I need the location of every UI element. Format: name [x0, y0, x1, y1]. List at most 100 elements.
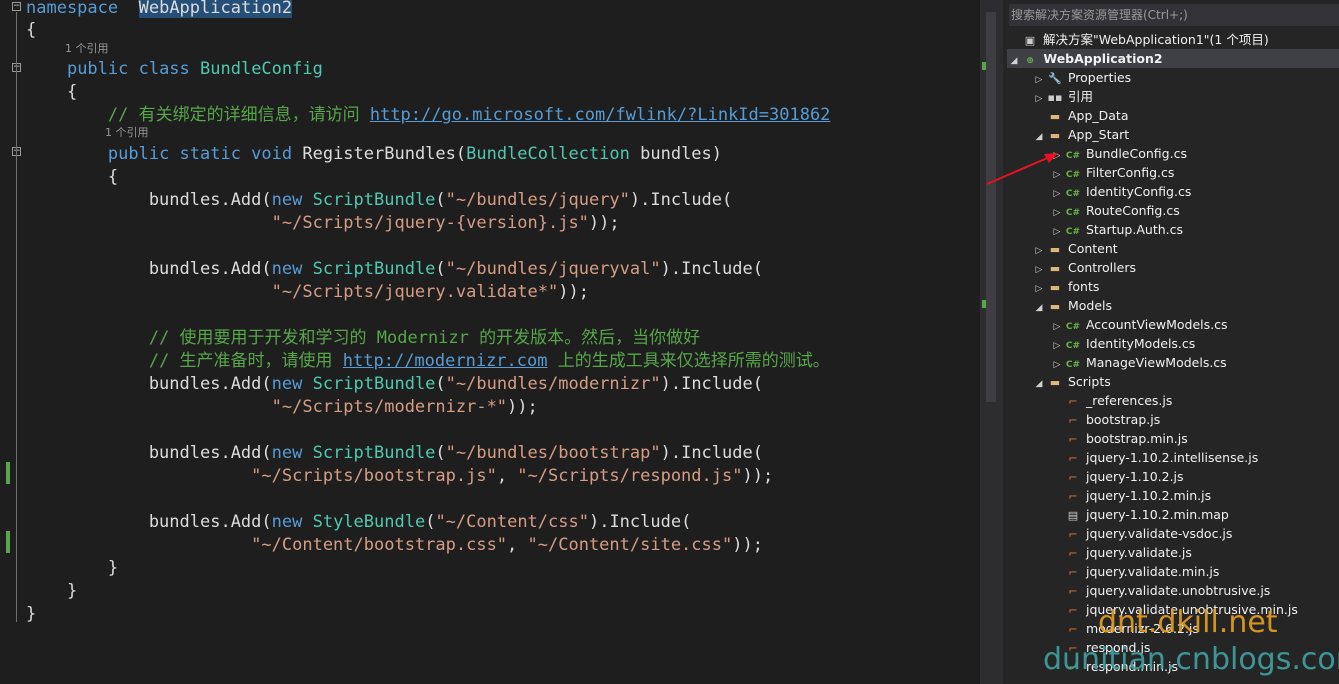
tree-item[interactable]: ▷ C# RouteConfig.cs	[1050, 201, 1339, 220]
code-line[interactable]: }	[26, 580, 77, 603]
tree-item[interactable]: ▷ C# AccountViewModels.cs	[1050, 315, 1339, 334]
tree-item-label: RouteConfig.cs	[1082, 203, 1180, 218]
codelens-references-class[interactable]: 1 个引用	[65, 41, 109, 57]
code-link[interactable]: http://modernizr.com	[343, 351, 548, 371]
code-line[interactable]: {	[26, 81, 77, 104]
tree-item[interactable]: ▷ ▪▪ 引用	[1032, 87, 1339, 106]
tree-item[interactable]: ⌐ jquery.validate.js	[1050, 543, 1339, 562]
tree-item-label: jquery-1.10.2.intellisense.js	[1082, 450, 1259, 465]
tree-item[interactable]: ⌐ bootstrap.js	[1050, 410, 1339, 429]
expand-arrow-icon[interactable]: ◢	[1007, 52, 1021, 71]
code-line[interactable]: bundles.Add(new ScriptBundle("~/bundles/…	[26, 189, 732, 212]
tree-item-label: Content	[1064, 241, 1118, 256]
code-line[interactable]: public class BundleConfig	[26, 58, 323, 81]
code-line[interactable]: bundles.Add(new ScriptBundle("~/bundles/…	[26, 442, 763, 465]
code-line[interactable]: bundles.Add(new ScriptBundle("~/bundles/…	[26, 258, 763, 281]
tree-item[interactable]: ⌐ bootstrap.min.js	[1050, 429, 1339, 448]
code-token: new	[271, 443, 313, 463]
code-token: "~/Scripts/respond.js"	[517, 466, 743, 486]
code-line[interactable]: // 使用要用于开发和学习的 Modernizr 的开发版本。然后，当你做好	[26, 327, 700, 350]
code-token: }	[26, 558, 119, 578]
tree-item-label: jquery.validate-vsdoc.js	[1082, 526, 1233, 541]
tree-item[interactable]: ▤ jquery-1.10.2.min.map	[1050, 505, 1339, 524]
scrollbar-thumb[interactable]	[986, 12, 996, 402]
tree-item[interactable]: ◢ ▬ Models	[1032, 296, 1339, 315]
code-token: public class	[66, 59, 201, 79]
tree-item-label: IdentityConfig.cs	[1082, 184, 1192, 199]
tree-item[interactable]: ▷ C# IdentityConfig.cs	[1050, 182, 1339, 201]
code-token: public static void	[107, 144, 303, 164]
tree-item[interactable]: ▷ C# BundleConfig.cs	[1050, 144, 1339, 163]
code-token: ).Include(	[588, 512, 692, 532]
tree-item[interactable]: ⌐ jquery.validate.unobtrusive.js	[1050, 581, 1339, 600]
code-line[interactable]: bundles.Add(new StyleBundle("~/Content/c…	[26, 511, 692, 534]
tree-item[interactable]: ▷ 🔧 Properties	[1032, 68, 1339, 87]
tree-item[interactable]: ▷ ▬ fonts	[1032, 277, 1339, 296]
code-line[interactable]: public static void RegisterBundles(Bundl…	[26, 143, 722, 166]
code-token: bundles.Add(	[26, 512, 272, 532]
tree-item-label: jquery.validate.min.js	[1082, 564, 1220, 579]
code-line[interactable]: "~/Scripts/bootstrap.js", "~/Scripts/res…	[26, 465, 773, 488]
code-line[interactable]: "~/Content/bootstrap.css", "~/Content/si…	[26, 534, 763, 557]
tree-item[interactable]: ◢ ▬ App_Start	[1032, 125, 1339, 144]
code-token: (	[435, 259, 446, 279]
js-file-icon: ⌐	[1068, 528, 1078, 541]
watermark-domain: dnt.dkill.net	[1098, 605, 1278, 640]
code-line[interactable]: {	[26, 166, 118, 189]
expand-arrow-icon[interactable]: ◢	[1032, 375, 1046, 394]
solution-search-input[interactable]: 搜索解决方案资源管理器(Ctrl+;)	[1009, 4, 1339, 26]
tree-item[interactable]: ⌐ jquery.validate.min.js	[1050, 562, 1339, 581]
scroll-change-mark	[982, 300, 986, 308]
expand-arrow-icon[interactable]: ◢	[1032, 299, 1046, 318]
code-line[interactable]: }	[26, 557, 118, 580]
code-line[interactable]: }	[26, 603, 36, 626]
tree-item[interactable]: ▣ 解决方案"WebApplication1"(1 个项目)	[1007, 30, 1339, 49]
code-token: (	[435, 190, 446, 210]
tree-item[interactable]: ⌐ _references.js	[1050, 391, 1339, 410]
code-token: "~/Scripts/modernizr-*"	[271, 397, 508, 417]
code-line[interactable]: "~/Scripts/jquery.validate*"));	[26, 281, 589, 304]
code-token: ).Include(	[660, 259, 763, 279]
code-line[interactable]: namespace WebApplication2	[26, 0, 293, 20]
tree-item[interactable]: ◢ ⊕ WebApplication2	[1007, 49, 1339, 68]
code-token: new	[271, 190, 313, 210]
code-line[interactable]: // 有关绑定的详细信息，请访问 http://go.microsoft.com…	[26, 104, 831, 127]
tree-item[interactable]: ⌐ jquery-1.10.2.min.js	[1050, 486, 1339, 505]
change-marker	[6, 531, 10, 553]
code-token: bundles.Add(	[26, 374, 272, 394]
tree-item-label: Properties	[1064, 70, 1132, 85]
code-line[interactable]: "~/Scripts/jquery-{version}.js"));	[26, 212, 620, 235]
tree-item[interactable]: ▷ C# IdentityModels.cs	[1050, 334, 1339, 353]
tree-item-label: Scripts	[1064, 374, 1111, 389]
code-line[interactable]: "~/Scripts/modernizr-*"));	[26, 396, 538, 419]
code-line[interactable]: {	[26, 19, 36, 42]
codelens-references-method[interactable]: 1 个引用	[105, 125, 149, 141]
tree-item-label: bootstrap.min.js	[1082, 431, 1188, 446]
tree-item[interactable]: ▷ ▬ Controllers	[1032, 258, 1339, 277]
tree-item[interactable]: ▷ ▬ Content	[1032, 239, 1339, 258]
tree-item[interactable]: ▷ C# FilterConfig.cs	[1050, 163, 1339, 182]
tree-item[interactable]: ⌐ jquery-1.10.2.js	[1050, 467, 1339, 486]
tree-item[interactable]: ▷ C# ManageViewModels.cs	[1050, 353, 1339, 372]
code-line[interactable]: bundles.Add(new ScriptBundle("~/bundles/…	[26, 373, 763, 396]
code-link[interactable]: http://go.microsoft.com/fwlink/?LinkId=3…	[370, 105, 831, 125]
tree-item[interactable]: ▷ C# Startup.Auth.cs	[1050, 220, 1339, 239]
tree-item-label: 解决方案"WebApplication1"(1 个项目)	[1039, 32, 1269, 47]
collapse-namespace-icon[interactable]: −	[12, 2, 21, 11]
folder-open-icon: ▬	[1049, 376, 1061, 389]
expand-arrow-icon[interactable]: ◢	[1032, 128, 1046, 147]
tree-item[interactable]: ◢ ▬ Scripts	[1032, 372, 1339, 391]
tree-item[interactable]: ⌐ jquery-1.10.2.intellisense.js	[1050, 448, 1339, 467]
vertical-scrollbar[interactable]	[980, 0, 1003, 684]
code-token: StyleBundle	[312, 512, 426, 532]
code-token: bundles.Add(	[26, 259, 272, 279]
tree-item[interactable]: ⌐ jquery.validate-vsdoc.js	[1050, 524, 1339, 543]
code-editor[interactable]: namespace WebApplication2{ public class …	[0, 0, 980, 684]
folder-open-icon: ▬	[1049, 300, 1061, 313]
code-token: BundleCollection	[466, 144, 630, 164]
code-line[interactable]: // 生产准备时，请使用 http://modernizr.com 上的生成工具…	[26, 350, 830, 373]
tree-item[interactable]: ▬ App_Data	[1032, 106, 1339, 125]
